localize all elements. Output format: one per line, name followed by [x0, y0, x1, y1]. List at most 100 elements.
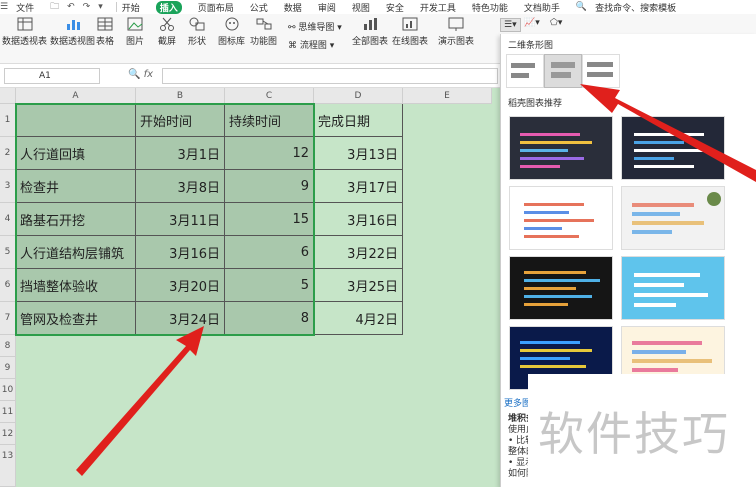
header-cell-duration[interactable]: 持续时间 — [225, 104, 314, 137]
row-header-13[interactable]: 13 — [0, 445, 16, 487]
bar-chart-type-button[interactable]: ☰▾ — [500, 18, 521, 32]
screenshot-button[interactable]: 截屏 — [158, 16, 176, 47]
menu-view[interactable]: 视图 — [352, 1, 370, 14]
task-cell[interactable]: 路基石开挖 — [16, 203, 136, 236]
finish-cell[interactable]: 3月13日 — [314, 137, 403, 170]
fx-icon[interactable]: 🔍 fx — [128, 69, 153, 80]
spreadsheet-window: ☰ 文件 🗀 ↶ ↷ ▾ 开始 插入 页面布局 公式 数据 审阅 视图 安全 开… — [0, 0, 756, 487]
menu-security[interactable]: 安全 — [386, 1, 404, 14]
start-cell[interactable]: 3月1日 — [136, 137, 225, 170]
row-header-10[interactable]: 10 — [0, 379, 16, 401]
template-light-1[interactable] — [509, 186, 613, 250]
finish-cell[interactable]: 3月25日 — [314, 269, 403, 302]
start-cell[interactable]: 3月8日 — [136, 170, 225, 203]
start-cell[interactable]: 3月11日 — [136, 203, 225, 236]
menu-formula[interactable]: 公式 — [250, 1, 268, 14]
menu-developer[interactable]: 开发工具 — [420, 1, 456, 14]
task-cell[interactable]: 人行道回填 — [16, 137, 136, 170]
pivot-chart-button[interactable]: 数据透视图 — [50, 16, 95, 47]
presentation-charts-icon — [448, 17, 464, 31]
menu-icon[interactable]: ☰ — [0, 2, 8, 12]
search-icon[interactable]: 🔍 — [576, 2, 587, 12]
icon-library-button[interactable]: 图标库 — [218, 16, 245, 47]
picture-button[interactable]: 图片 — [126, 16, 144, 47]
more-charts-link[interactable]: 更多图 — [504, 396, 531, 409]
mindmap-button[interactable]: ⚯ 思维导图 ▾ — [288, 20, 342, 33]
template-light-2[interactable] — [621, 186, 725, 250]
menu-home[interactable]: 开始 — [122, 1, 140, 14]
menu-page-layout[interactable]: 页面布局 — [198, 1, 234, 14]
duration-cell[interactable]: 15 — [225, 203, 314, 236]
template-dark-3[interactable] — [509, 256, 613, 320]
online-charts-button[interactable]: 在线图表 — [392, 16, 428, 47]
start-cell[interactable]: 3月20日 — [136, 269, 225, 302]
name-box[interactable]: A1 — [4, 68, 100, 84]
flowchart-icon: ⌘ — [288, 41, 297, 51]
open-icon[interactable]: 🗀 — [50, 0, 59, 15]
header-cell-start-time[interactable]: 开始时间 — [136, 104, 225, 137]
row-header-1[interactable]: 1 — [0, 104, 16, 137]
template-dark-2[interactable] — [621, 116, 725, 180]
header-cell-finish-date[interactable]: 完成日期 — [314, 104, 403, 137]
table-button[interactable]: 表格 — [96, 16, 114, 47]
column-header-b[interactable]: B — [136, 88, 225, 104]
menu-review[interactable]: 审阅 — [318, 1, 336, 14]
menu-data[interactable]: 数据 — [284, 1, 302, 14]
column-header-a[interactable]: A — [16, 88, 136, 104]
column-header-e[interactable]: E — [403, 88, 492, 104]
duration-cell[interactable]: 6 — [225, 236, 314, 269]
row-header-4[interactable]: 4 — [0, 203, 16, 236]
row-header-5[interactable]: 5 — [0, 236, 16, 269]
header-cell-a[interactable] — [16, 104, 136, 137]
dropdown-icon[interactable]: ▾ — [98, 2, 103, 12]
menu-file[interactable]: 文件 — [16, 1, 34, 14]
finish-cell[interactable]: 3月22日 — [314, 236, 403, 269]
undo-icon[interactable]: ↶ — [67, 2, 75, 12]
template-blue[interactable] — [621, 256, 725, 320]
formula-input[interactable] — [162, 68, 498, 84]
task-cell[interactable]: 挡墙整体验收 — [16, 269, 136, 302]
row-header-7[interactable]: 7 — [0, 302, 16, 335]
menu-features[interactable]: 特色功能 — [472, 1, 508, 14]
radar-chart-type-button[interactable]: ⬠▾ — [550, 18, 562, 28]
task-cell[interactable]: 人行道结构层铺筑 — [16, 236, 136, 269]
start-cell[interactable]: 3月16日 — [136, 236, 225, 269]
percent-stacked-bar-option[interactable] — [582, 54, 620, 88]
duration-cell[interactable]: 5 — [225, 269, 314, 302]
finish-cell[interactable]: 3月17日 — [314, 170, 403, 203]
command-search[interactable]: 查找命令、搜索模板 — [595, 1, 676, 14]
row-header-12[interactable]: 12 — [0, 423, 16, 445]
presentation-charts-button[interactable]: 演示图表 — [438, 16, 474, 47]
start-cell[interactable]: 3月24日 — [136, 302, 225, 335]
menu-insert[interactable]: 插入 — [155, 0, 182, 14]
pivot-table-button[interactable]: 数据透视表 — [2, 16, 47, 47]
shapes-button[interactable]: 形状 — [188, 16, 206, 47]
line-chart-type-button[interactable]: 📈▾ — [524, 18, 540, 28]
task-cell[interactable]: 管网及检查井 — [16, 302, 136, 335]
select-all-corner[interactable] — [0, 88, 16, 104]
finish-cell[interactable]: 3月16日 — [314, 203, 403, 236]
all-charts-button[interactable]: 全部图表 — [352, 16, 388, 47]
menu-doc-assistant[interactable]: 文档助手 — [524, 1, 560, 14]
flowchart-button[interactable]: ⌘ 流程图 ▾ — [288, 38, 334, 51]
radar-chart-icon: ⬠ — [550, 18, 558, 28]
redo-icon[interactable]: ↷ — [83, 2, 91, 12]
template-dark-1[interactable] — [509, 116, 613, 180]
duration-cell[interactable]: 8 — [225, 302, 314, 335]
row-header-9[interactable]: 9 — [0, 357, 16, 379]
row-header-8[interactable]: 8 — [0, 335, 16, 357]
row-header-2[interactable]: 2 — [0, 137, 16, 170]
clustered-bar-option[interactable] — [506, 54, 544, 88]
column-header-c[interactable]: C — [225, 88, 314, 104]
row-header-11[interactable]: 11 — [0, 401, 16, 423]
duration-cell[interactable]: 12 — [225, 137, 314, 170]
finish-cell[interactable]: 4月2日 — [314, 302, 403, 335]
function-chart-button[interactable]: 功能图 — [250, 16, 277, 47]
column-header-d[interactable]: D — [314, 88, 403, 104]
row-header-3[interactable]: 3 — [0, 170, 16, 203]
mindmap-icon: ⚯ — [288, 23, 296, 33]
task-cell[interactable]: 检查井 — [16, 170, 136, 203]
row-header-6[interactable]: 6 — [0, 269, 16, 302]
stacked-bar-option[interactable] — [544, 54, 582, 88]
duration-cell[interactable]: 9 — [225, 170, 314, 203]
